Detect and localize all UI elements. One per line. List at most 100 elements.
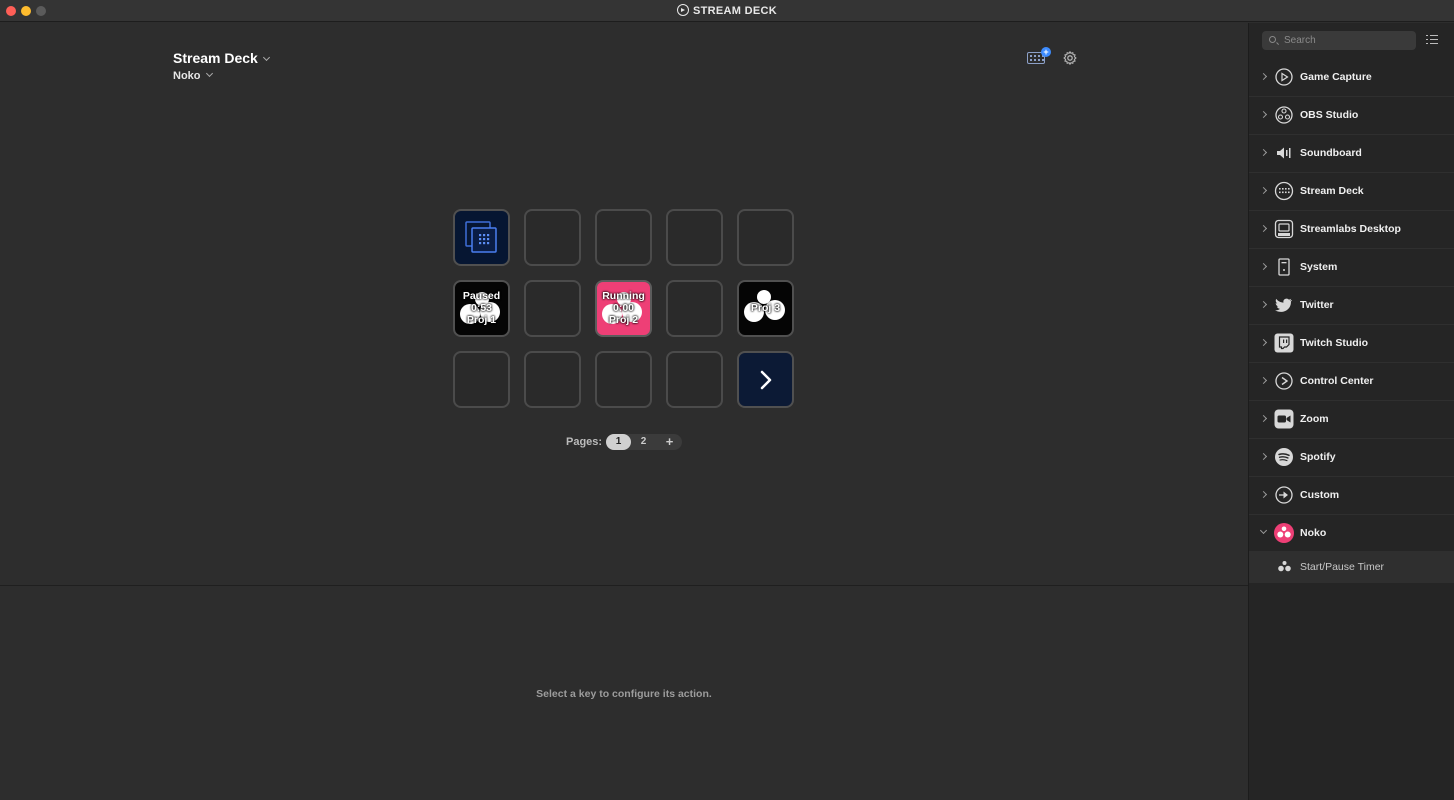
chevron-right-icon — [1259, 414, 1268, 423]
chevron-right-icon — [1259, 148, 1268, 157]
noko-icon — [1274, 523, 1294, 543]
spotify-icon — [1275, 448, 1293, 466]
system-icon — [1278, 258, 1290, 276]
control-center-icon — [1275, 372, 1293, 390]
twitch-icon — [1274, 333, 1294, 353]
search-icon — [1269, 36, 1276, 43]
noko-timer-icon — [1278, 561, 1291, 572]
chevron-right-icon — [1259, 186, 1268, 195]
app-title: STREAM DECK — [0, 4, 1454, 17]
chevron-right-icon — [760, 370, 772, 390]
key-empty[interactable] — [666, 209, 723, 266]
page-2-button[interactable]: 2 — [631, 434, 656, 450]
stream-deck-logo-icon — [677, 4, 690, 16]
category-system[interactable]: System — [1249, 249, 1454, 287]
key-empty[interactable] — [595, 209, 652, 266]
multi-action-icon — [465, 221, 497, 253]
key-empty[interactable] — [666, 280, 723, 337]
pages-control: Pages: 1 2 + — [566, 434, 682, 450]
key-noko-timer-proj1[interactable]: Paused 0:53 Proj 1 — [453, 280, 510, 337]
chevron-down-icon — [262, 53, 270, 62]
category-label: Custom — [1300, 489, 1340, 501]
key-empty[interactable] — [524, 280, 581, 337]
chevron-right-icon — [1259, 338, 1268, 347]
category-soundboard[interactable]: Soundboard — [1249, 135, 1454, 173]
category-label: Control Center — [1300, 375, 1374, 387]
chevron-right-icon — [1259, 224, 1268, 233]
page-1-button[interactable]: 1 — [606, 434, 631, 450]
title-bar: STREAM DECK — [0, 0, 1454, 22]
key-empty[interactable] — [524, 351, 581, 408]
category-label: Soundboard — [1300, 147, 1362, 159]
category-label: System — [1300, 261, 1338, 273]
add-page-button[interactable]: + — [657, 434, 682, 450]
key-next-page[interactable] — [737, 351, 794, 408]
key-empty[interactable] — [524, 209, 581, 266]
category-twitch-studio[interactable]: Twitch Studio — [1249, 325, 1454, 363]
category-label: Zoom — [1300, 413, 1329, 425]
config-empty-message: Select a key to configure its action. — [536, 688, 712, 700]
action-start-pause-timer[interactable]: Start/Pause Timer — [1249, 551, 1454, 583]
category-label: Noko — [1300, 527, 1327, 539]
category-game-capture[interactable]: Game Capture — [1249, 59, 1454, 97]
category-label: Game Capture — [1300, 71, 1372, 83]
category-control-center[interactable]: Control Center — [1249, 363, 1454, 401]
key-empty[interactable] — [453, 351, 510, 408]
property-inspector: Select a key to configure its action. — [0, 586, 1248, 800]
category-label: Twitter — [1300, 299, 1334, 311]
chevron-right-icon — [1259, 300, 1268, 309]
key-label: Paused 0:53 Proj 1 — [462, 290, 501, 326]
category-obs-studio[interactable]: OBS Studio — [1249, 97, 1454, 135]
key-noko-timer-proj2[interactable]: Running 0:00 Proj 2 — [595, 280, 652, 337]
chevron-right-icon — [1259, 376, 1268, 385]
streamlabs-icon — [1274, 219, 1294, 239]
profile-name: Noko — [173, 70, 201, 82]
category-label: Twitch Studio — [1300, 337, 1369, 349]
profile-selector[interactable]: Noko — [173, 69, 213, 82]
action-label: Start/Pause Timer — [1300, 561, 1385, 573]
category-spotify[interactable]: Spotify — [1249, 439, 1454, 477]
app-title-text: STREAM DECK — [693, 5, 777, 17]
category-streamlabs-desktop[interactable]: Streamlabs Desktop — [1249, 211, 1454, 249]
zoom-icon — [1274, 409, 1294, 429]
category-label: Stream Deck — [1300, 185, 1364, 197]
key-empty[interactable] — [595, 351, 652, 408]
pages-pill: 1 2 + — [606, 434, 682, 450]
game-capture-icon — [1275, 68, 1293, 86]
soundboard-icon — [1277, 147, 1291, 159]
stream-deck-icon — [1274, 181, 1294, 201]
search-box[interactable] — [1262, 31, 1416, 50]
actions-sidebar: Game Capture OBS Studio Soundboard Strea… — [1248, 23, 1454, 800]
key-empty[interactable] — [666, 351, 723, 408]
category-twitter[interactable]: Twitter — [1249, 287, 1454, 325]
device-selector[interactable]: Stream Deck — [173, 50, 270, 66]
key-noko-timer-proj3[interactable]: Proj 3 — [737, 280, 794, 337]
chevron-right-icon — [1259, 262, 1268, 271]
gear-icon[interactable] — [1063, 51, 1077, 65]
chevron-right-icon — [1259, 110, 1268, 119]
category-custom[interactable]: Custom — [1249, 477, 1454, 515]
chevron-down-icon — [1259, 526, 1268, 535]
category-stream-deck[interactable]: Stream Deck — [1249, 173, 1454, 211]
chevron-right-icon — [1259, 490, 1268, 499]
canvas-area: Stream Deck Noko + Paused 0:53 Proj 1 Ru… — [0, 23, 1248, 585]
category-label: OBS Studio — [1300, 109, 1359, 121]
search-input[interactable] — [1284, 33, 1412, 48]
category-label: Streamlabs Desktop — [1300, 223, 1401, 235]
twitter-icon — [1275, 298, 1292, 312]
key-label: Running 0:00 Proj 2 — [602, 290, 645, 326]
chevron-right-icon — [1259, 72, 1268, 81]
key-empty[interactable] — [737, 209, 794, 266]
category-noko[interactable]: Noko — [1249, 515, 1454, 553]
add-device-badge[interactable]: + — [1041, 47, 1051, 57]
chevron-right-icon — [1259, 452, 1268, 461]
key-multi-action[interactable] — [453, 209, 510, 266]
chevron-down-icon — [205, 69, 213, 78]
category-zoom[interactable]: Zoom — [1249, 401, 1454, 439]
obs-studio-icon — [1275, 106, 1293, 124]
category-label: Spotify — [1300, 451, 1336, 463]
pages-label: Pages: — [566, 436, 603, 448]
custom-icon — [1275, 486, 1293, 504]
device-name: Stream Deck — [173, 50, 258, 66]
list-view-icon[interactable] — [1426, 35, 1438, 45]
